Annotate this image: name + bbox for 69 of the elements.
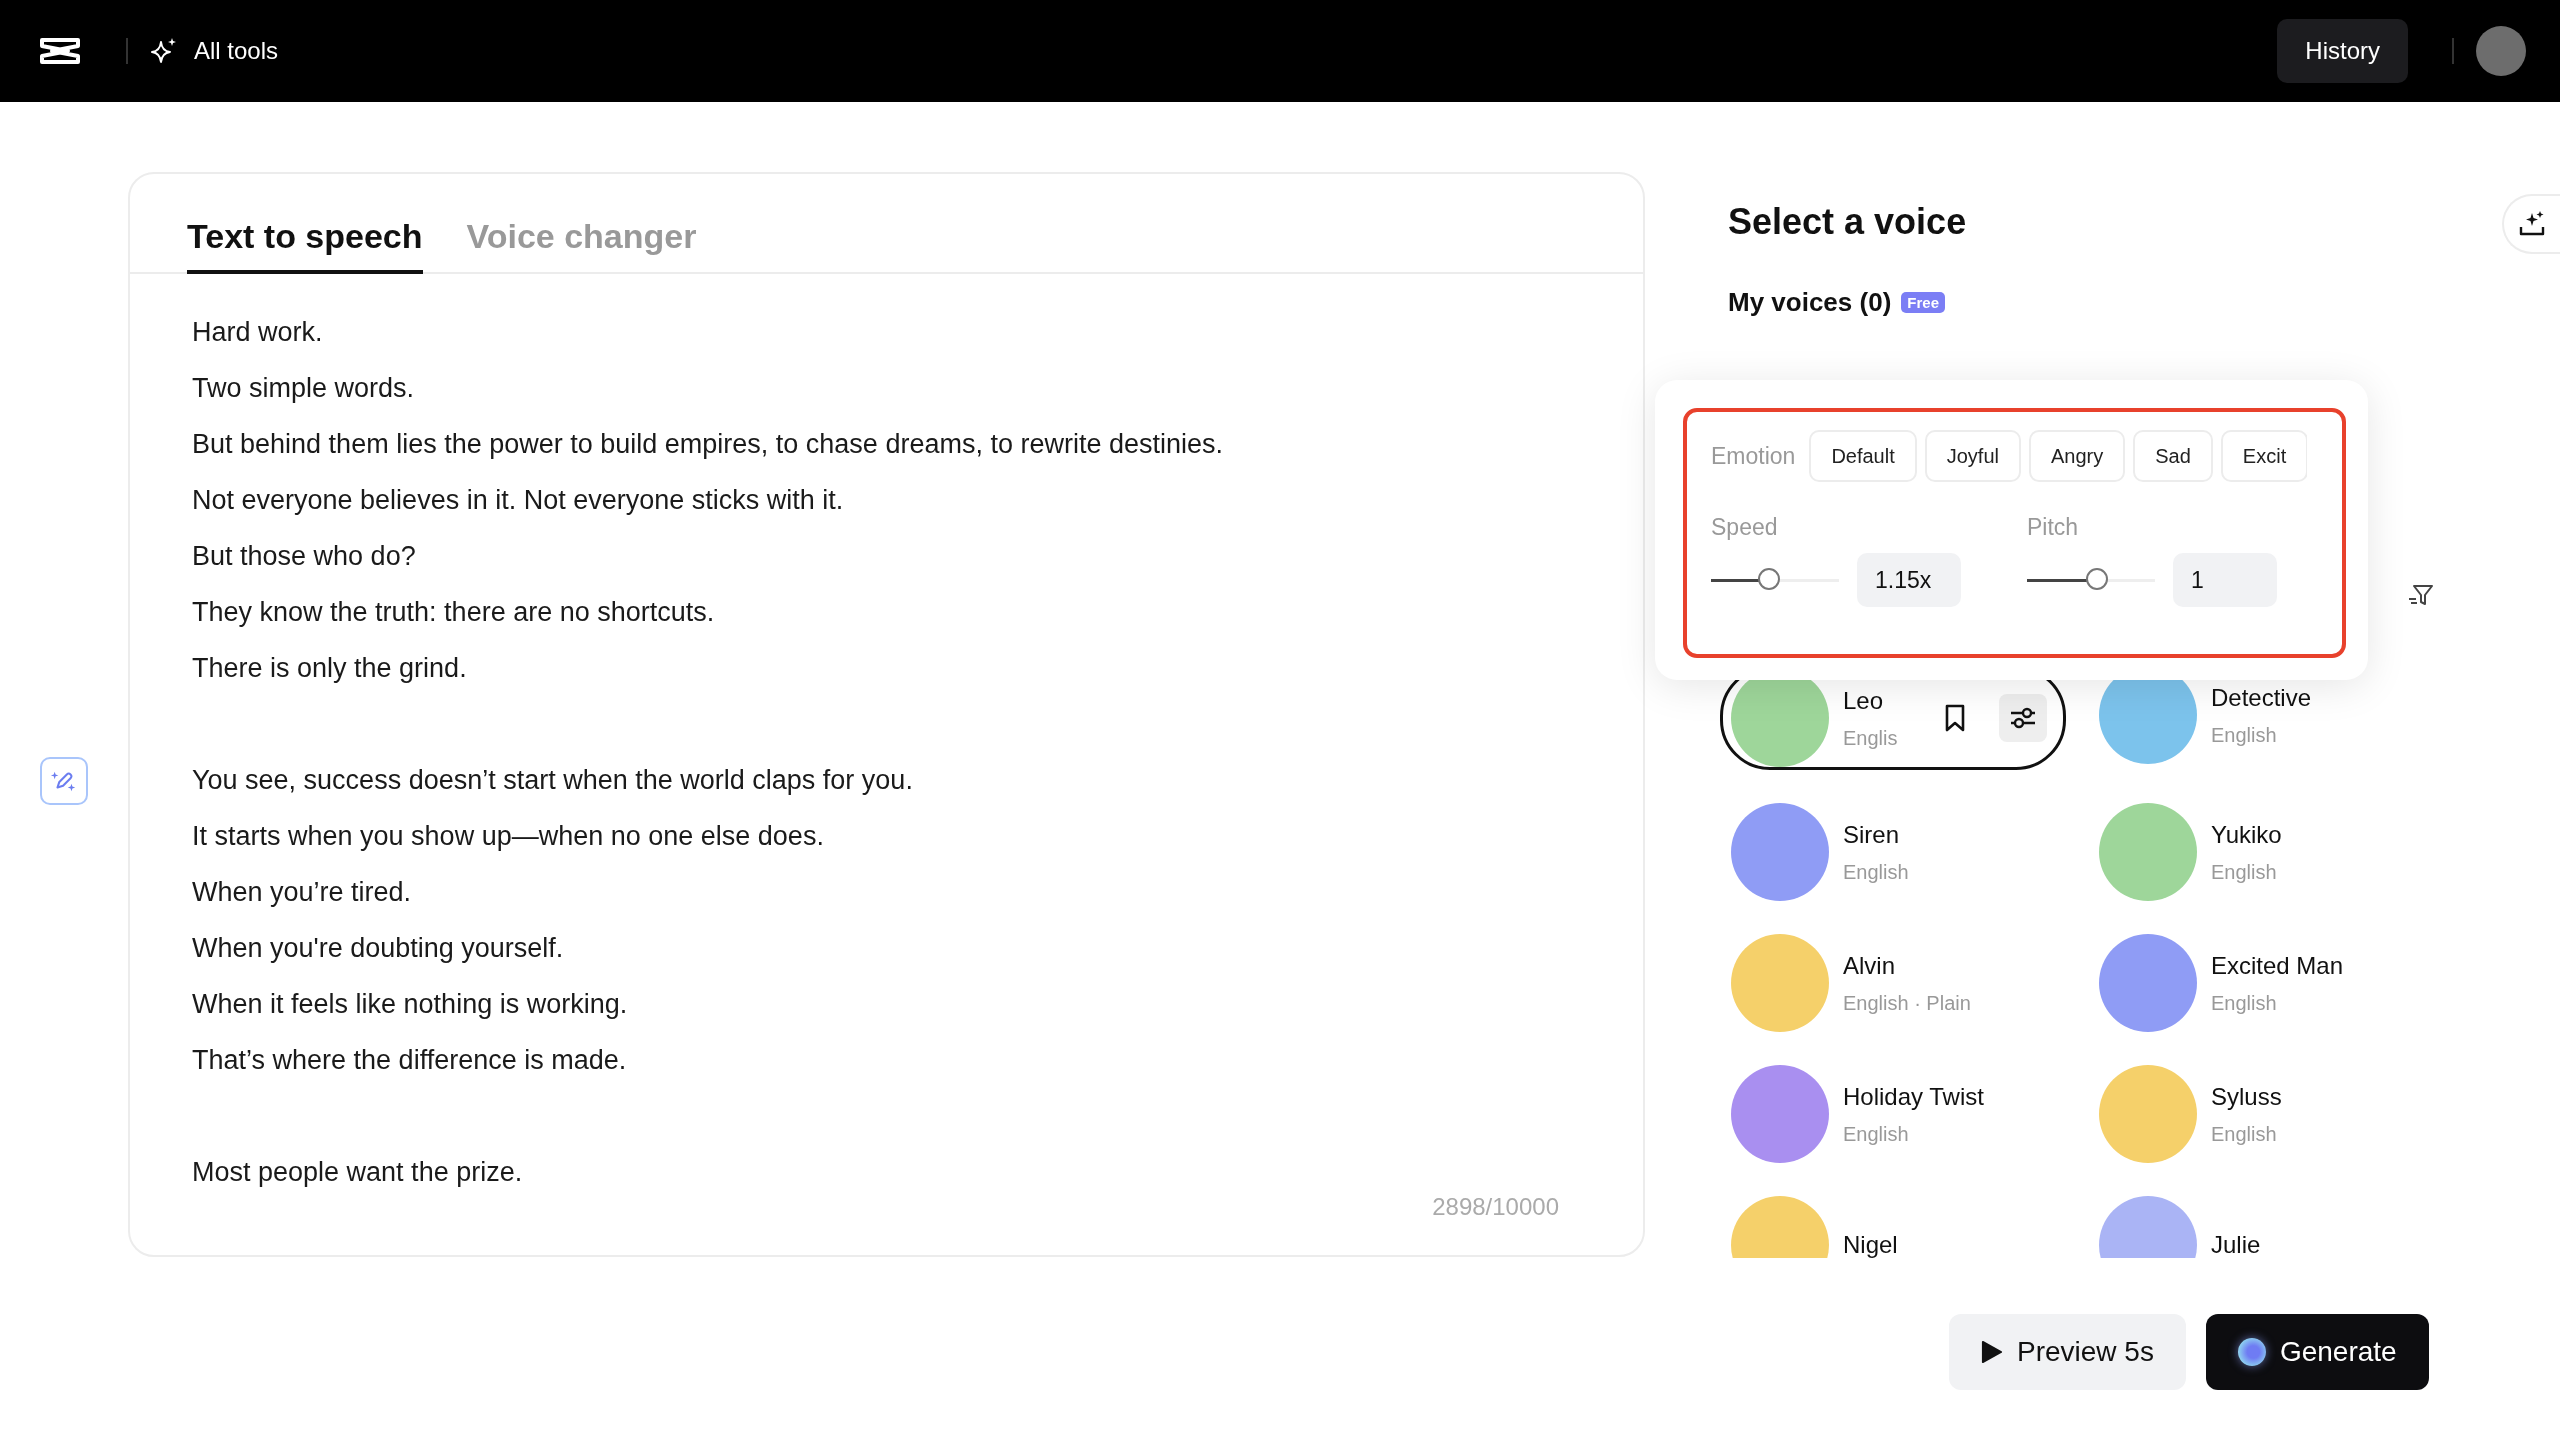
generate-button[interactable]: Generate xyxy=(2205,1314,2429,1390)
character-counter: 2898/10000 xyxy=(1432,1193,1559,1221)
emotion-chip[interactable]: Excit xyxy=(2220,430,2308,482)
history-button[interactable]: History xyxy=(2277,19,2408,83)
voice-name: Syluss xyxy=(2211,1082,2283,1111)
voice-item[interactable]: Holiday Twist English xyxy=(1720,1065,2066,1163)
user-avatar[interactable] xyxy=(2476,26,2526,76)
all-tools-link[interactable]: All tools xyxy=(194,37,279,65)
play-icon xyxy=(1981,1340,2003,1364)
settings-icon[interactable] xyxy=(1999,694,2047,742)
script-line: It starts when you show up—when no one else does. xyxy=(192,820,825,853)
free-badge: Free xyxy=(1901,292,1945,313)
voice-language: English xyxy=(2211,860,2278,884)
script-line: Two simple words. xyxy=(192,372,416,405)
voice-name: Siren xyxy=(1843,820,1901,849)
voice-name: Yukiko xyxy=(2211,820,2283,849)
upload-sparkle-icon[interactable] xyxy=(2502,194,2560,254)
emotion-label: Emotion xyxy=(1711,442,1796,470)
script-line: When it feels like nothing is working. xyxy=(192,988,629,1021)
tab[interactable]: Text to speech xyxy=(187,174,423,274)
voice-language: English xyxy=(2211,991,2278,1015)
script-line: There is only the grind. xyxy=(192,652,468,685)
voice-item[interactable]: Yukiko English xyxy=(2088,803,2434,901)
my-voices-heading: My voices (0) xyxy=(1728,287,1892,318)
voice-language: English xyxy=(2211,1122,2278,1146)
sparkle-icon xyxy=(150,37,178,65)
voice-item[interactable]: Siren English xyxy=(1720,803,2066,901)
voice-name: Alvin xyxy=(1843,951,1897,980)
script-line: They know the truth: there are no shortcuts. xyxy=(192,596,716,629)
script-line: Not everyone believes in it. Not everyone sticks with it. xyxy=(192,484,845,517)
voice-name: Detective xyxy=(2211,683,2313,712)
value-field[interactable]: 1 xyxy=(2173,553,2277,607)
voice-item[interactable]: Julie xyxy=(2088,1196,2434,1258)
voice-item[interactable]: Excited Man English xyxy=(2088,934,2434,1032)
script-line: Hard work. xyxy=(192,316,324,349)
script-line: But behind them lies the power to build empires, to chase dreams, to rewrite destinies. xyxy=(192,428,1225,461)
emotion-chip[interactable]: Default xyxy=(1809,430,1917,482)
bookmark-icon[interactable] xyxy=(1943,703,1967,733)
voice-item[interactable]: Nigel xyxy=(1720,1196,2066,1258)
panel-title: Select a voice xyxy=(1728,200,1967,244)
script-line: But those who do? xyxy=(192,540,417,573)
voice-language: English xyxy=(1843,1122,1910,1146)
script-line: Most people want the prize. xyxy=(192,1156,524,1189)
value-field[interactable]: 1.15x xyxy=(1857,553,1961,607)
voice-language: English xyxy=(1843,860,1910,884)
slider-label: Pitch xyxy=(2027,514,2080,541)
script-line: When you’re tired. xyxy=(192,876,413,909)
voice-name: Excited Man xyxy=(2211,951,2345,980)
voice-name: Nigel xyxy=(1843,1231,1899,1258)
voice-name: Holiday Twist xyxy=(1843,1082,1985,1111)
slider-thumb[interactable] xyxy=(1757,567,1780,590)
emotion-chip[interactable]: Joyful xyxy=(1924,430,2021,482)
slider-thumb[interactable] xyxy=(2086,567,2109,590)
script-line: When you're doubting yourself. xyxy=(192,932,565,965)
ai-edit-icon[interactable] xyxy=(40,757,88,805)
script-line: That’s where the difference is made. xyxy=(192,1044,628,1077)
script-line: You see, success doesn’t start when the world claps for you. xyxy=(192,764,914,797)
slider-label: Speed xyxy=(1711,514,1779,541)
voice-item[interactable]: Syluss English xyxy=(2088,1065,2434,1163)
voice-language: English · Plain xyxy=(1843,991,1972,1015)
voice-name: Julie xyxy=(2211,1231,2262,1258)
voice-language: Englis xyxy=(1843,726,1899,750)
emotion-chip[interactable]: Angry xyxy=(2029,430,2126,482)
app-logo-icon[interactable] xyxy=(38,36,82,66)
emotion-chip[interactable]: Sad xyxy=(2133,430,2213,482)
preview-button[interactable]: Preview 5s xyxy=(1949,1314,2186,1390)
voice-item[interactable]: Alvin English · Plain xyxy=(1720,934,2066,1032)
voice-language: English xyxy=(2211,723,2278,747)
voice-name: Leo xyxy=(1843,686,1885,715)
